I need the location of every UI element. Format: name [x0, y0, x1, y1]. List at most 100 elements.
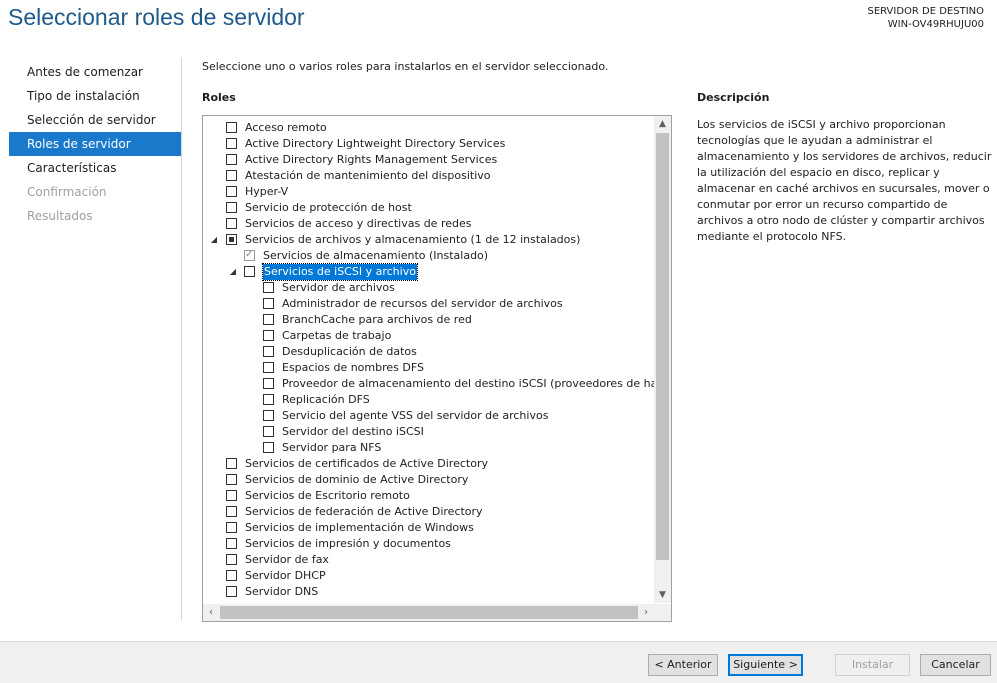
scroll-up-icon[interactable]: ▲ — [654, 116, 671, 132]
role-checkbox[interactable] — [226, 458, 237, 469]
role-label[interactable]: Desduplicación de datos — [282, 344, 417, 360]
role-checkbox[interactable] — [226, 234, 237, 245]
role-row[interactable]: Proveedor de almacenamiento del destino … — [203, 376, 669, 392]
role-row[interactable]: Servidor DNS — [203, 584, 653, 600]
role-checkbox[interactable] — [226, 506, 237, 517]
role-row[interactable]: Servidor de fax — [203, 552, 653, 568]
role-row[interactable]: Servidor para NFS — [203, 440, 653, 456]
role-label[interactable]: Administrador de recursos del servidor d… — [282, 296, 563, 312]
role-row[interactable]: Servicio de protección de host — [203, 200, 653, 216]
role-checkbox[interactable] — [226, 138, 237, 149]
role-row[interactable]: Desduplicación de datos — [203, 344, 653, 360]
role-row[interactable]: Servicios de almacenamiento (Instalado) — [203, 248, 653, 264]
role-checkbox[interactable] — [226, 202, 237, 213]
role-checkbox[interactable] — [263, 410, 274, 421]
previous-button[interactable]: < Anterior — [648, 654, 718, 676]
role-checkbox[interactable] — [226, 490, 237, 501]
role-label[interactable]: Proveedor de almacenamiento del destino … — [282, 376, 669, 392]
role-checkbox[interactable] — [226, 586, 237, 597]
role-row[interactable]: Servicios de certificados de Active Dire… — [203, 456, 653, 472]
role-label[interactable]: BranchCache para archivos de red — [282, 312, 472, 328]
role-label[interactable]: Servidor DNS — [245, 584, 318, 600]
role-row[interactable]: ◢ Servicios de iSCSI y archivo — [203, 263, 653, 281]
role-checkbox[interactable] — [263, 362, 274, 373]
role-checkbox[interactable] — [226, 570, 237, 581]
scroll-thumb-horizontal[interactable] — [220, 606, 638, 619]
role-label[interactable]: Servidor de archivos — [282, 280, 395, 296]
scroll-down-icon[interactable]: ▼ — [654, 587, 671, 603]
role-row[interactable]: Carpetas de trabajo — [203, 328, 653, 344]
role-label[interactable]: Atestación de mantenimiento del disposit… — [245, 168, 491, 184]
role-label[interactable]: Servicios de implementación de Windows — [245, 520, 474, 536]
role-row[interactable]: Servicios de dominio de Active Directory — [203, 472, 653, 488]
role-row[interactable]: Hyper-V — [203, 184, 653, 200]
role-checkbox[interactable] — [226, 474, 237, 485]
role-checkbox[interactable] — [263, 378, 274, 389]
scroll-left-icon[interactable]: ‹ — [203, 604, 219, 621]
role-label[interactable]: Servicio de protección de host — [245, 200, 412, 216]
role-checkbox[interactable] — [226, 554, 237, 565]
role-label[interactable]: Servicios de almacenamiento (Instalado) — [263, 248, 488, 264]
role-row[interactable]: ◢ Servicios de archivos y almacenamiento … — [203, 232, 653, 248]
nav-item-antes-de-comenzar[interactable]: Antes de comenzar — [9, 60, 181, 84]
role-row[interactable]: Servidor de archivos — [203, 280, 653, 296]
role-row[interactable]: BranchCache para archivos de red — [203, 312, 653, 328]
role-label[interactable]: Servidor de fax — [245, 552, 329, 568]
role-checkbox[interactable] — [244, 266, 255, 277]
expand-collapse-icon[interactable]: ◢ — [228, 264, 238, 280]
role-label[interactable]: Carpetas de trabajo — [282, 328, 391, 344]
expand-collapse-icon[interactable]: ◢ — [209, 232, 219, 248]
role-checkbox[interactable] — [263, 442, 274, 453]
role-label[interactable]: Servicios de federación de Active Direct… — [245, 504, 483, 520]
nav-item-caracteristicas[interactable]: Características — [9, 156, 181, 180]
role-row[interactable]: Replicación DFS — [203, 392, 653, 408]
role-label[interactable]: Replicación DFS — [282, 392, 370, 408]
role-label[interactable]: Servicios de iSCSI y archivo — [262, 263, 418, 281]
role-row[interactable]: Active Directory Lightweight Directory S… — [203, 136, 653, 152]
role-row[interactable]: Servidor DHCP — [203, 568, 653, 584]
role-row[interactable]: Servicios de impresión y documentos — [203, 536, 653, 552]
role-row[interactable]: Espacios de nombres DFS — [203, 360, 653, 376]
role-label[interactable]: Servidor para NFS — [282, 440, 381, 456]
role-label[interactable]: Servicios de impresión y documentos — [245, 536, 451, 552]
nav-item-roles-de-servidor[interactable]: Roles de servidor — [9, 132, 181, 156]
horizontal-scrollbar[interactable]: ‹ › — [203, 604, 654, 621]
role-row[interactable]: Servicios de implementación de Windows — [203, 520, 653, 536]
role-row[interactable]: Servicios de federación de Active Direct… — [203, 504, 653, 520]
role-label[interactable]: Servidor del destino iSCSI — [282, 424, 424, 440]
role-label[interactable]: Active Directory Lightweight Directory S… — [245, 136, 505, 152]
role-label[interactable]: Servicios de Escritorio remoto — [245, 488, 410, 504]
role-label[interactable]: Servidor DHCP — [245, 568, 326, 584]
role-label[interactable]: Servicios de archivos y almacenamiento (… — [245, 232, 580, 248]
role-row[interactable]: Servicios de Escritorio remoto — [203, 488, 653, 504]
role-checkbox[interactable] — [226, 522, 237, 533]
role-checkbox[interactable] — [263, 330, 274, 341]
role-checkbox[interactable] — [263, 282, 274, 293]
role-label[interactable]: Servicio del agente VSS del servidor de … — [282, 408, 548, 424]
role-checkbox[interactable] — [263, 394, 274, 405]
role-label[interactable]: Servicios de acceso y directivas de rede… — [245, 216, 471, 232]
role-checkbox[interactable] — [226, 538, 237, 549]
role-label[interactable]: Hyper-V — [245, 184, 288, 200]
role-checkbox[interactable] — [226, 154, 237, 165]
role-row[interactable]: Active Directory Rights Management Servi… — [203, 152, 653, 168]
role-row[interactable]: Servidor del destino iSCSI — [203, 424, 653, 440]
role-checkbox[interactable] — [263, 314, 274, 325]
role-row[interactable]: Servicio del agente VSS del servidor de … — [203, 408, 653, 424]
role-checkbox[interactable] — [263, 346, 274, 357]
scroll-thumb-vertical[interactable] — [656, 133, 669, 560]
cancel-button[interactable]: Cancelar — [920, 654, 991, 676]
next-button[interactable]: Siguiente > — [728, 654, 803, 676]
role-row[interactable]: Administrador de recursos del servidor d… — [203, 296, 653, 312]
nav-item-seleccion-de-servidor[interactable]: Selección de servidor — [9, 108, 181, 132]
role-checkbox[interactable] — [263, 426, 274, 437]
role-checkbox[interactable] — [263, 298, 274, 309]
role-checkbox[interactable] — [226, 170, 237, 181]
role-label[interactable]: Espacios de nombres DFS — [282, 360, 424, 376]
role-checkbox[interactable] — [226, 122, 237, 133]
role-row[interactable]: Servicios de acceso y directivas de rede… — [203, 216, 653, 232]
roles-tree[interactable]: Acceso remoto Active Directory Lightweigh… — [202, 115, 672, 622]
nav-item-tipo-de-instalacion[interactable]: Tipo de instalación — [9, 84, 181, 108]
vertical-scrollbar[interactable]: ▲ ▼ — [654, 116, 671, 603]
role-label[interactable]: Servicios de dominio de Active Directory — [245, 472, 468, 488]
